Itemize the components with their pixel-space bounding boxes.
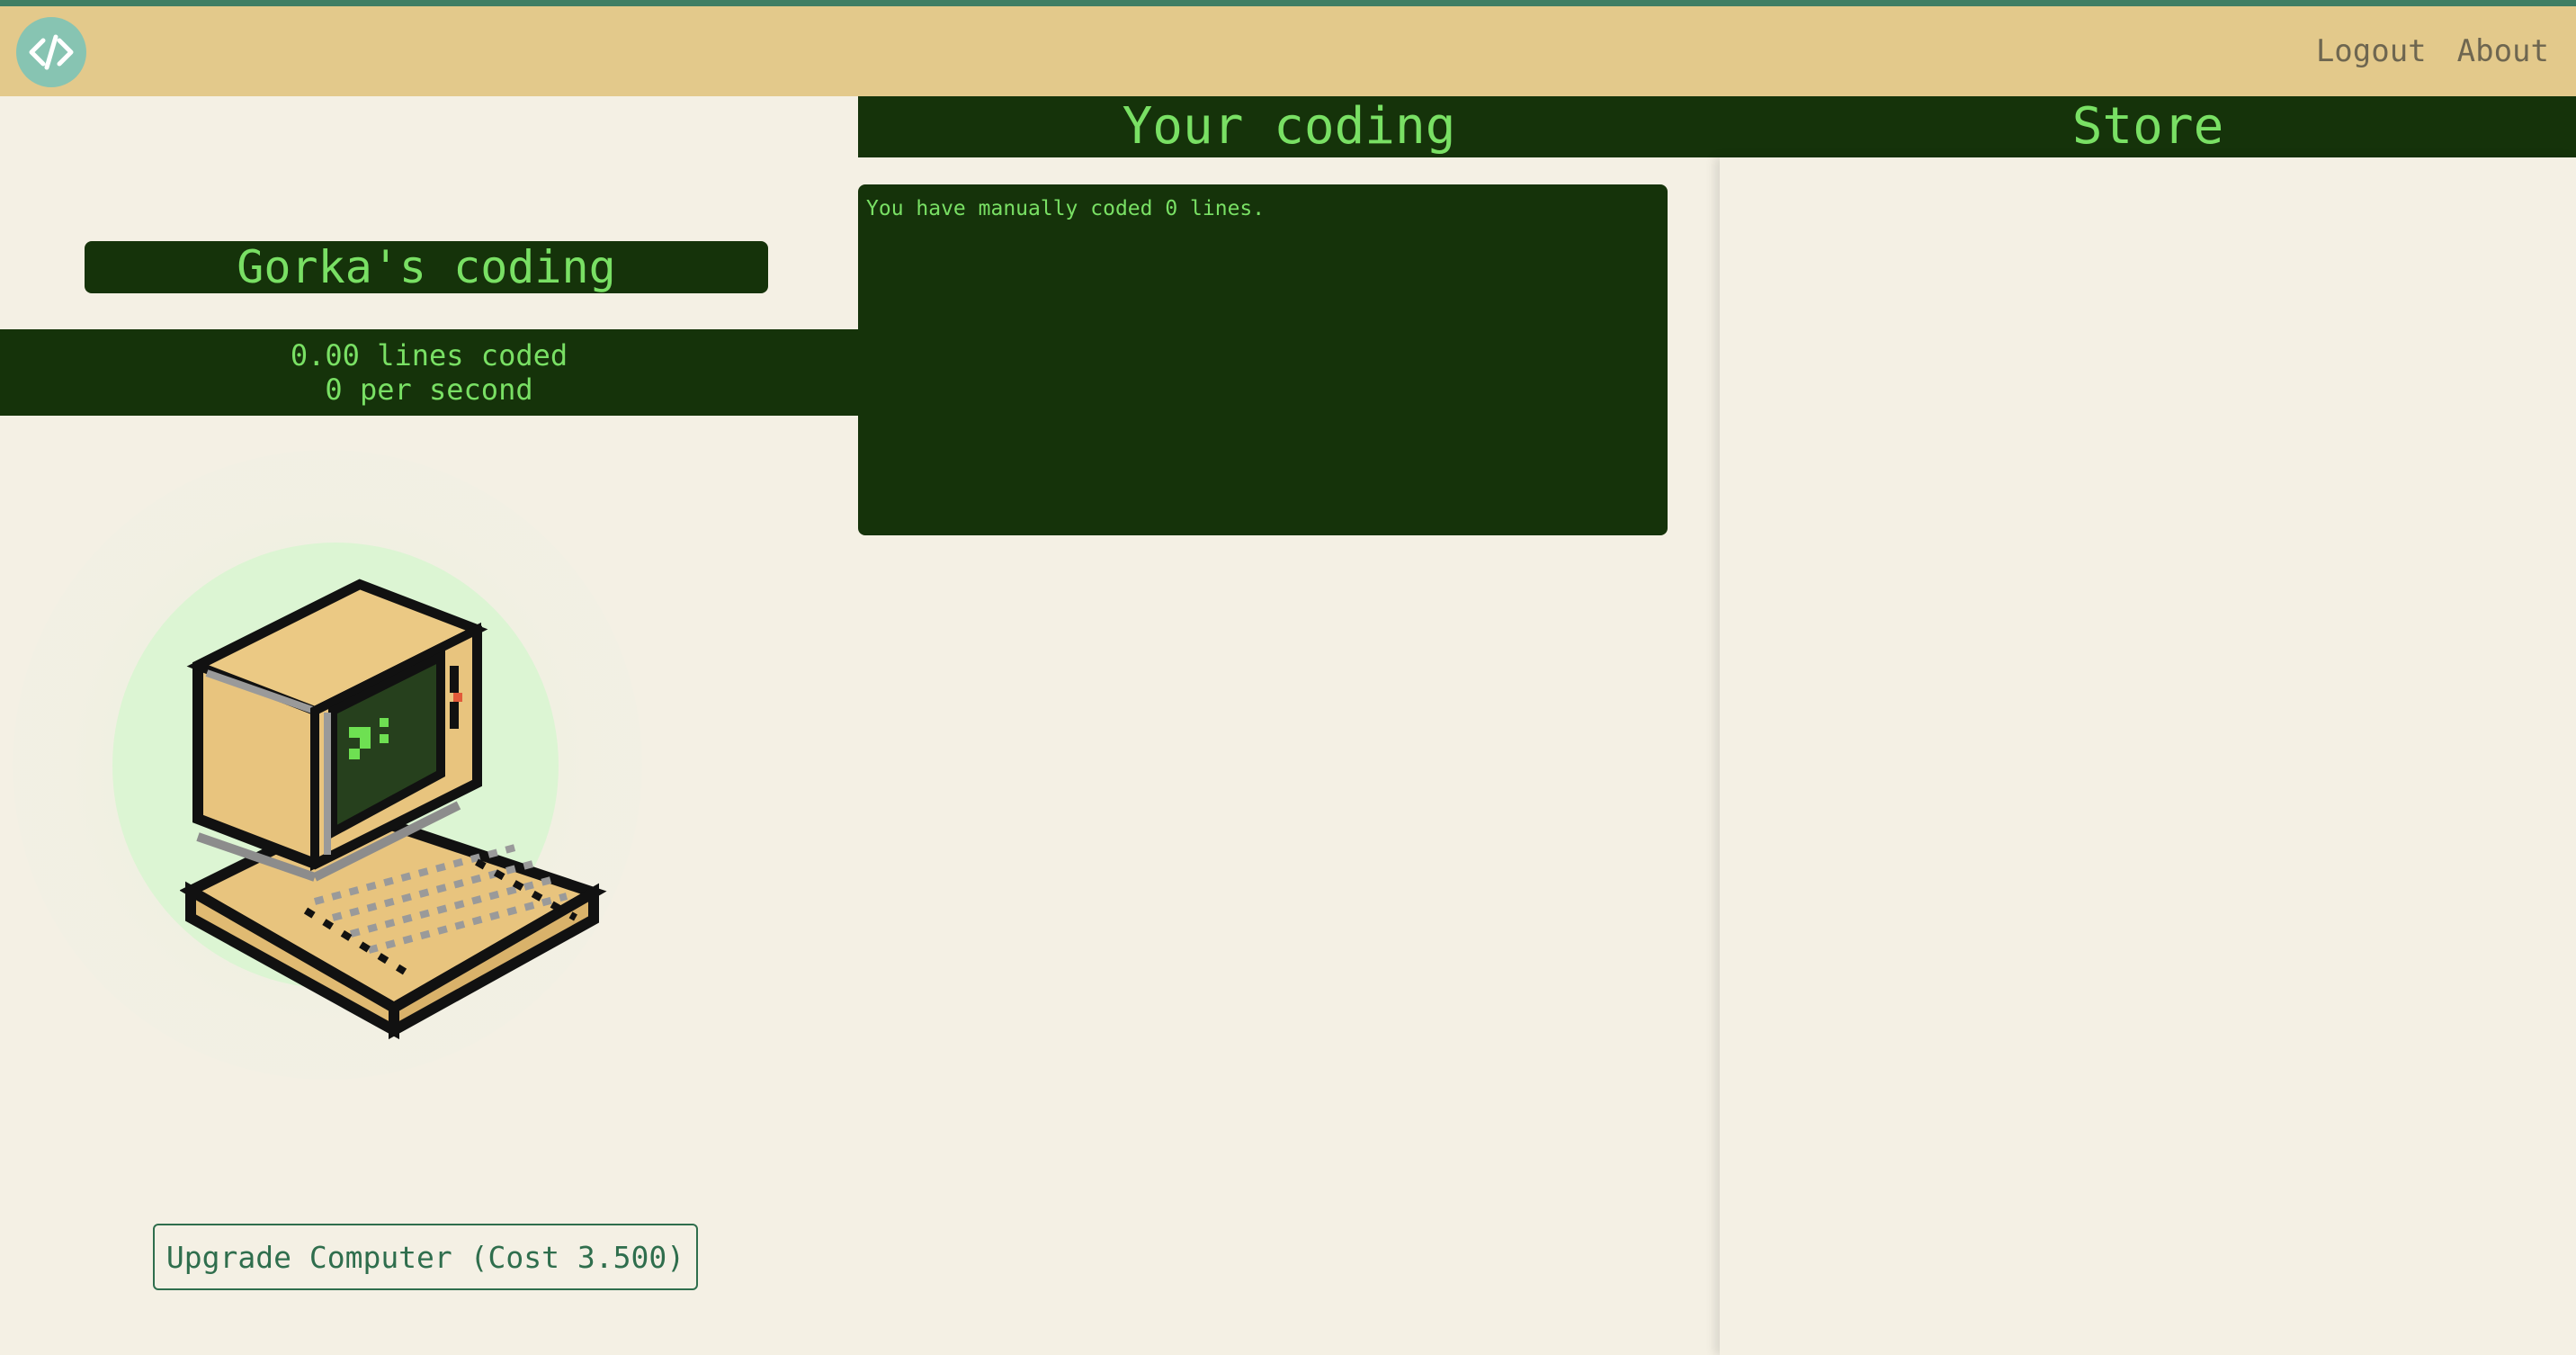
store-heading: Store	[2071, 97, 2224, 156]
lines-coded-stat: 0.00 lines coded	[290, 338, 568, 372]
per-second-stat: 0 per second	[325, 372, 533, 407]
about-link[interactable]: About	[2457, 33, 2549, 69]
upgrade-computer-button[interactable]: Upgrade Computer (Cost 3.500)	[153, 1224, 698, 1290]
nav-links: Logout About	[2316, 33, 2549, 69]
retro-computer-icon[interactable]	[180, 576, 612, 1044]
player-title: Gorka's coding	[85, 241, 768, 293]
coding-log-panel: You have manually coded 0 lines.	[858, 184, 1668, 535]
top-accent-line	[0, 0, 2576, 6]
stats-band: 0.00 lines coded 0 per second	[0, 329, 858, 416]
store-panel	[1720, 157, 2576, 1355]
navbar: Logout About	[0, 6, 2576, 96]
coding-log-text: You have manually coded 0 lines.	[866, 197, 1266, 220]
your-coding-heading: Your coding	[1122, 97, 1456, 156]
section-header-bar: Your coding Store	[858, 96, 2576, 157]
logout-link[interactable]: Logout	[2316, 33, 2427, 69]
code-brackets-icon[interactable]	[16, 17, 86, 87]
